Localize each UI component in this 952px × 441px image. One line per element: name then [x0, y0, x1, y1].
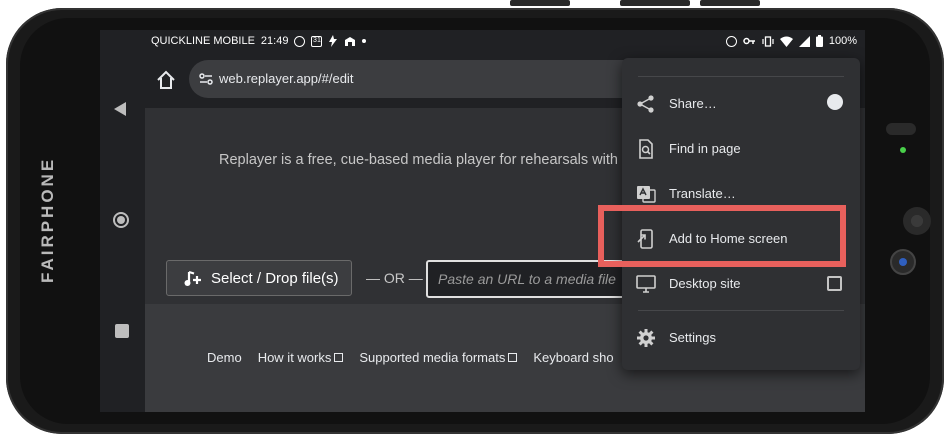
back-icon[interactable]	[114, 102, 126, 116]
footer-link-demo[interactable]: Demo	[207, 350, 242, 365]
or-separator: — OR —	[366, 270, 423, 286]
external-link-icon	[334, 353, 344, 362]
share-app-icon[interactable]	[827, 94, 843, 110]
menu-divider	[638, 76, 844, 77]
menu-label: Translate…	[669, 186, 736, 201]
clock: 21:49	[260, 35, 289, 47]
url-text: web.replayer.app/#/edit	[219, 71, 354, 86]
status-bar: QUICKLINE MOBILE 21:49 31 100%	[145, 30, 865, 54]
recents-icon[interactable]	[115, 324, 129, 338]
menu-label: Share…	[669, 96, 717, 111]
notification-led	[900, 147, 906, 153]
share-icon	[637, 95, 654, 113]
alarm-icon	[725, 35, 737, 47]
music-add-icon	[184, 270, 201, 286]
vibrate-icon	[762, 35, 774, 47]
site-settings-icon[interactable]	[199, 72, 213, 86]
page-tagline: Replayer is a free, cue-based media play…	[219, 152, 618, 168]
desktop-site-checkbox[interactable]	[827, 276, 842, 291]
brand-logo: FAIRPHONE	[38, 156, 57, 284]
menu-item-settings[interactable]: Settings	[622, 316, 860, 360]
battery-percent: 100%	[828, 35, 857, 47]
dot-icon	[362, 39, 367, 43]
translate-icon	[637, 186, 656, 203]
address-bar[interactable]: web.replayer.app/#/edit	[189, 60, 669, 98]
select-file-label: Select / Drop file(s)	[211, 270, 339, 287]
menu-label: Find in page	[669, 141, 741, 156]
footer-link-label: Supported media formats	[359, 350, 506, 365]
menu-item-desktop-site[interactable]: Desktop site	[622, 262, 860, 306]
signal-icon	[798, 35, 810, 47]
power-button	[620, 0, 690, 6]
desktop-icon	[636, 275, 656, 293]
key-icon	[743, 37, 755, 45]
menu-item-find-in-page[interactable]: Find in page	[622, 127, 860, 171]
select-file-button[interactable]: Select / Drop file(s)	[166, 260, 352, 296]
menu-item-share[interactable]: Share…	[622, 82, 860, 126]
home-icon[interactable]	[156, 70, 176, 90]
carrier-name: QUICKLINE MOBILE	[151, 35, 255, 47]
speaker-grill	[903, 207, 931, 235]
earpiece-speaker	[886, 123, 916, 135]
flash-icon	[329, 35, 338, 47]
volume-button	[510, 0, 570, 6]
battery-icon	[815, 35, 823, 47]
external-link-icon	[508, 353, 518, 362]
find-in-page-icon	[639, 139, 653, 159]
footer-link-how-it-works[interactable]: How it works	[258, 350, 344, 365]
menu-divider	[638, 310, 844, 311]
app-icon	[345, 36, 356, 46]
footer-link-label: How it works	[257, 350, 332, 365]
front-camera	[890, 249, 916, 275]
check-circle-icon	[294, 35, 306, 47]
footer-link-keyboard[interactable]: Keyboard sho	[533, 350, 613, 365]
side-button	[700, 0, 760, 6]
footer-link-media-formats[interactable]: Supported media formats	[359, 350, 518, 365]
android-nav-bar	[100, 30, 145, 412]
highlight-box	[598, 205, 846, 267]
menu-label: Settings	[669, 330, 716, 345]
menu-label: Desktop site	[669, 276, 741, 291]
home-nav-icon[interactable]	[113, 212, 129, 228]
calendar-icon: 31	[311, 35, 323, 47]
media-url-placeholder: Paste an URL to a media file	[438, 271, 616, 287]
wifi-icon	[779, 36, 793, 47]
settings-icon	[637, 329, 655, 347]
